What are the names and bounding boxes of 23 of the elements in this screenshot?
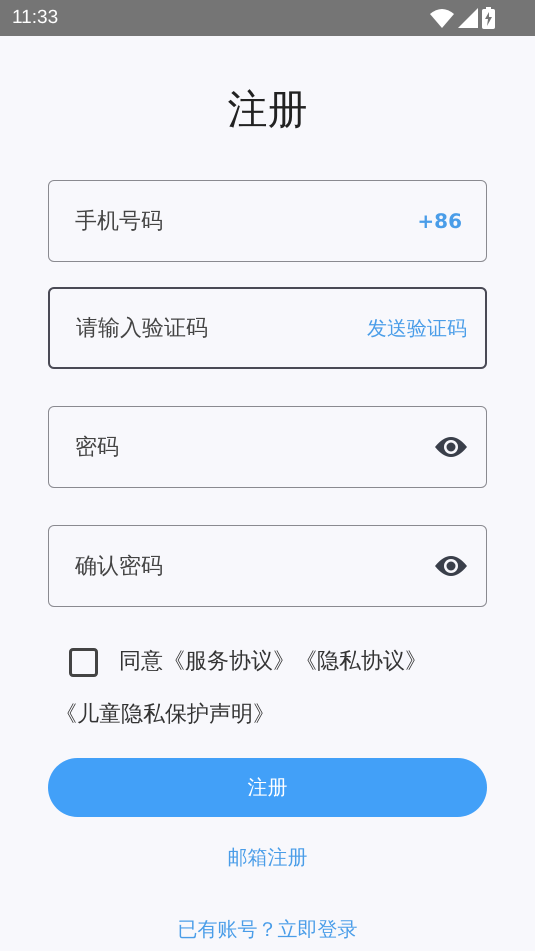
agreement-checkbox[interactable] (69, 648, 98, 676)
battery-icon (482, 7, 495, 29)
eye-icon[interactable] (434, 554, 468, 578)
text-input[interactable]: 密码 (73, 434, 434, 460)
agreement-text: 同意《服务协议》《隐私协议》 (119, 648, 427, 676)
agreement-text: 《儿童隐私保护声明》 (55, 701, 276, 729)
wifi-icon (430, 8, 454, 28)
input-field[interactable]: 手机号码 +86 (48, 180, 487, 262)
page-title: 注册 (226, 86, 308, 135)
login-link[interactable]: 已有账号？立即登录 (178, 917, 358, 941)
status-time: 11:33 (12, 7, 58, 29)
eye-icon[interactable] (434, 435, 468, 459)
text-input[interactable]: 确认密码 (73, 552, 434, 580)
text-input[interactable]: 手机号码 (73, 208, 418, 234)
input-field[interactable]: 确认密码 (48, 525, 487, 607)
signal-icon (458, 8, 478, 28)
register-button[interactable]: 注册 (48, 758, 487, 817)
email-register-link[interactable]: 邮箱注册 (228, 845, 308, 869)
input-field[interactable]: 密码 (48, 406, 487, 488)
country-code[interactable]: +86 (417, 209, 462, 233)
send-code-link[interactable]: 发送验证码 (367, 314, 467, 342)
input-field[interactable]: 请输入验证码 发送验证码 (48, 287, 487, 369)
text-input[interactable]: 请输入验证码 (74, 314, 367, 342)
